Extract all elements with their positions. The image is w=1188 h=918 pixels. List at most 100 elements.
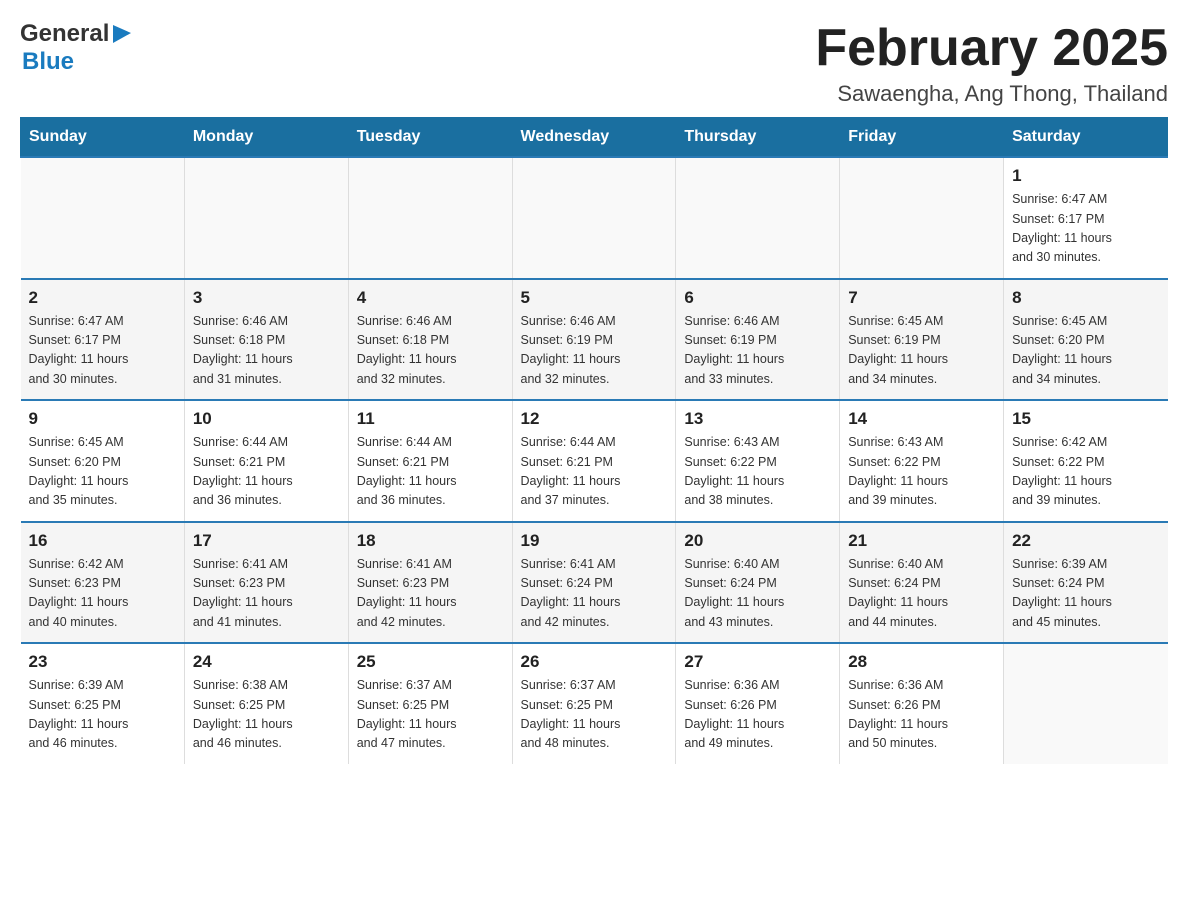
day-info: Sunrise: 6:47 AMSunset: 6:17 PMDaylight:… [29, 312, 176, 390]
day-number: 28 [848, 652, 995, 672]
calendar-day: 15 Sunrise: 6:42 AMSunset: 6:22 PMDayligh… [1004, 400, 1168, 522]
day-info: Sunrise: 6:43 AMSunset: 6:22 PMDaylight:… [684, 433, 831, 511]
title-block: February 2025 Sawaengha, Ang Thong, Thai… [815, 20, 1168, 107]
day-number: 17 [193, 531, 340, 551]
calendar-day: 20 Sunrise: 6:40 AMSunset: 6:24 PMDayligh… [676, 522, 840, 644]
day-info: Sunrise: 6:42 AMSunset: 6:22 PMDaylight:… [1012, 433, 1159, 511]
calendar-day: 19 Sunrise: 6:41 AMSunset: 6:24 PMDayligh… [512, 522, 676, 644]
calendar-day [184, 157, 348, 279]
day-info: Sunrise: 6:46 AMSunset: 6:18 PMDaylight:… [193, 312, 340, 390]
day-number: 16 [29, 531, 176, 551]
calendar-day [21, 157, 185, 279]
page-header: General Blue February 2025 Sawaengha, An… [20, 20, 1168, 107]
day-number: 20 [684, 531, 831, 551]
calendar-day: 22 Sunrise: 6:39 AMSunset: 6:24 PMDayligh… [1004, 522, 1168, 644]
day-info: Sunrise: 6:41 AMSunset: 6:23 PMDaylight:… [193, 555, 340, 633]
calendar-day: 18 Sunrise: 6:41 AMSunset: 6:23 PMDayligh… [348, 522, 512, 644]
day-number: 6 [684, 288, 831, 308]
col-saturday: Saturday [1004, 118, 1168, 158]
calendar-day: 3 Sunrise: 6:46 AMSunset: 6:18 PMDaylight… [184, 279, 348, 401]
day-info: Sunrise: 6:40 AMSunset: 6:24 PMDaylight:… [848, 555, 995, 633]
calendar-day: 26 Sunrise: 6:37 AMSunset: 6:25 PMDayligh… [512, 643, 676, 764]
calendar-day: 16 Sunrise: 6:42 AMSunset: 6:23 PMDayligh… [21, 522, 185, 644]
day-number: 22 [1012, 531, 1159, 551]
day-number: 8 [1012, 288, 1159, 308]
col-wednesday: Wednesday [512, 118, 676, 158]
calendar-day: 9Sunrise: 6:45 AMSunset: 6:20 PMDaylight… [21, 400, 185, 522]
calendar-day: 21 Sunrise: 6:40 AMSunset: 6:24 PMDayligh… [840, 522, 1004, 644]
calendar-day [348, 157, 512, 279]
month-title: February 2025 [815, 20, 1168, 77]
day-info: Sunrise: 6:45 AMSunset: 6:20 PMDaylight:… [1012, 312, 1159, 390]
calendar-day: 7Sunrise: 6:45 AMSunset: 6:19 PMDaylight… [840, 279, 1004, 401]
day-info: Sunrise: 6:43 AMSunset: 6:22 PMDaylight:… [848, 433, 995, 511]
day-number: 18 [357, 531, 504, 551]
calendar-day [676, 157, 840, 279]
day-number: 25 [357, 652, 504, 672]
day-info: Sunrise: 6:37 AMSunset: 6:25 PMDaylight:… [521, 676, 668, 754]
calendar-day [840, 157, 1004, 279]
day-number: 23 [29, 652, 176, 672]
day-info: Sunrise: 6:39 AMSunset: 6:25 PMDaylight:… [29, 676, 176, 754]
calendar-table: Sunday Monday Tuesday Wednesday Thursday… [20, 117, 1168, 764]
day-number: 10 [193, 409, 340, 429]
day-info: Sunrise: 6:39 AMSunset: 6:24 PMDaylight:… [1012, 555, 1159, 633]
day-info: Sunrise: 6:46 AMSunset: 6:18 PMDaylight:… [357, 312, 504, 390]
logo-general-text: General [20, 20, 109, 48]
day-info: Sunrise: 6:42 AMSunset: 6:23 PMDaylight:… [29, 555, 176, 633]
day-info: Sunrise: 6:41 AMSunset: 6:23 PMDaylight:… [357, 555, 504, 633]
day-info: Sunrise: 6:46 AMSunset: 6:19 PMDaylight:… [521, 312, 668, 390]
calendar-week-row: 2Sunrise: 6:47 AMSunset: 6:17 PMDaylight… [21, 279, 1168, 401]
logo: General Blue [20, 20, 133, 76]
day-number: 5 [521, 288, 668, 308]
day-info: Sunrise: 6:40 AMSunset: 6:24 PMDaylight:… [684, 555, 831, 633]
day-number: 21 [848, 531, 995, 551]
calendar-day: 14Sunrise: 6:43 AMSunset: 6:22 PMDayligh… [840, 400, 1004, 522]
day-info: Sunrise: 6:47 AMSunset: 6:17 PMDaylight:… [1012, 190, 1159, 268]
day-number: 4 [357, 288, 504, 308]
calendar-day: 10 Sunrise: 6:44 AMSunset: 6:21 PMDayligh… [184, 400, 348, 522]
calendar-day: 5 Sunrise: 6:46 AMSunset: 6:19 PMDaylight… [512, 279, 676, 401]
day-info: Sunrise: 6:41 AMSunset: 6:24 PMDaylight:… [521, 555, 668, 633]
day-number: 26 [521, 652, 668, 672]
calendar-week-row: 9Sunrise: 6:45 AMSunset: 6:20 PMDaylight… [21, 400, 1168, 522]
calendar-day: 8 Sunrise: 6:45 AMSunset: 6:20 PMDaylight… [1004, 279, 1168, 401]
col-sunday: Sunday [21, 118, 185, 158]
calendar-day: 6Sunrise: 6:46 AMSunset: 6:19 PMDaylight… [676, 279, 840, 401]
col-monday: Monday [184, 118, 348, 158]
day-number: 15 [1012, 409, 1159, 429]
day-info: Sunrise: 6:36 AMSunset: 6:26 PMDaylight:… [848, 676, 995, 754]
calendar-day [1004, 643, 1168, 764]
day-info: Sunrise: 6:38 AMSunset: 6:25 PMDaylight:… [193, 676, 340, 754]
day-number: 1 [1012, 166, 1159, 186]
calendar-day: 25 Sunrise: 6:37 AMSunset: 6:25 PMDayligh… [348, 643, 512, 764]
col-tuesday: Tuesday [348, 118, 512, 158]
calendar-day [512, 157, 676, 279]
day-info: Sunrise: 6:44 AMSunset: 6:21 PMDaylight:… [357, 433, 504, 511]
calendar-day: 11 Sunrise: 6:44 AMSunset: 6:21 PMDayligh… [348, 400, 512, 522]
day-info: Sunrise: 6:36 AMSunset: 6:26 PMDaylight:… [684, 676, 831, 754]
calendar-day: 13Sunrise: 6:43 AMSunset: 6:22 PMDayligh… [676, 400, 840, 522]
day-number: 11 [357, 409, 504, 429]
day-number: 19 [521, 531, 668, 551]
day-info: Sunrise: 6:44 AMSunset: 6:21 PMDaylight:… [193, 433, 340, 511]
day-info: Sunrise: 6:37 AMSunset: 6:25 PMDaylight:… [357, 676, 504, 754]
calendar-week-row: 23 Sunrise: 6:39 AMSunset: 6:25 PMDayligh… [21, 643, 1168, 764]
col-thursday: Thursday [676, 118, 840, 158]
calendar-day: 2Sunrise: 6:47 AMSunset: 6:17 PMDaylight… [21, 279, 185, 401]
day-info: Sunrise: 6:45 AMSunset: 6:20 PMDaylight:… [29, 433, 176, 511]
logo-blue-text: Blue [22, 48, 74, 76]
col-friday: Friday [840, 118, 1004, 158]
calendar-week-row: 1 Sunrise: 6:47 AMSunset: 6:17 PMDaylight… [21, 157, 1168, 279]
day-header-row: Sunday Monday Tuesday Wednesday Thursday… [21, 118, 1168, 158]
day-number: 12 [521, 409, 668, 429]
calendar-day: 1 Sunrise: 6:47 AMSunset: 6:17 PMDaylight… [1004, 157, 1168, 279]
day-info: Sunrise: 6:44 AMSunset: 6:21 PMDaylight:… [521, 433, 668, 511]
day-number: 3 [193, 288, 340, 308]
calendar-body: 1 Sunrise: 6:47 AMSunset: 6:17 PMDaylight… [21, 157, 1168, 764]
day-info: Sunrise: 6:45 AMSunset: 6:19 PMDaylight:… [848, 312, 995, 390]
calendar-header: Sunday Monday Tuesday Wednesday Thursday… [21, 118, 1168, 158]
calendar-day: 23 Sunrise: 6:39 AMSunset: 6:25 PMDayligh… [21, 643, 185, 764]
calendar-day: 4 Sunrise: 6:46 AMSunset: 6:18 PMDaylight… [348, 279, 512, 401]
calendar-week-row: 16 Sunrise: 6:42 AMSunset: 6:23 PMDayligh… [21, 522, 1168, 644]
